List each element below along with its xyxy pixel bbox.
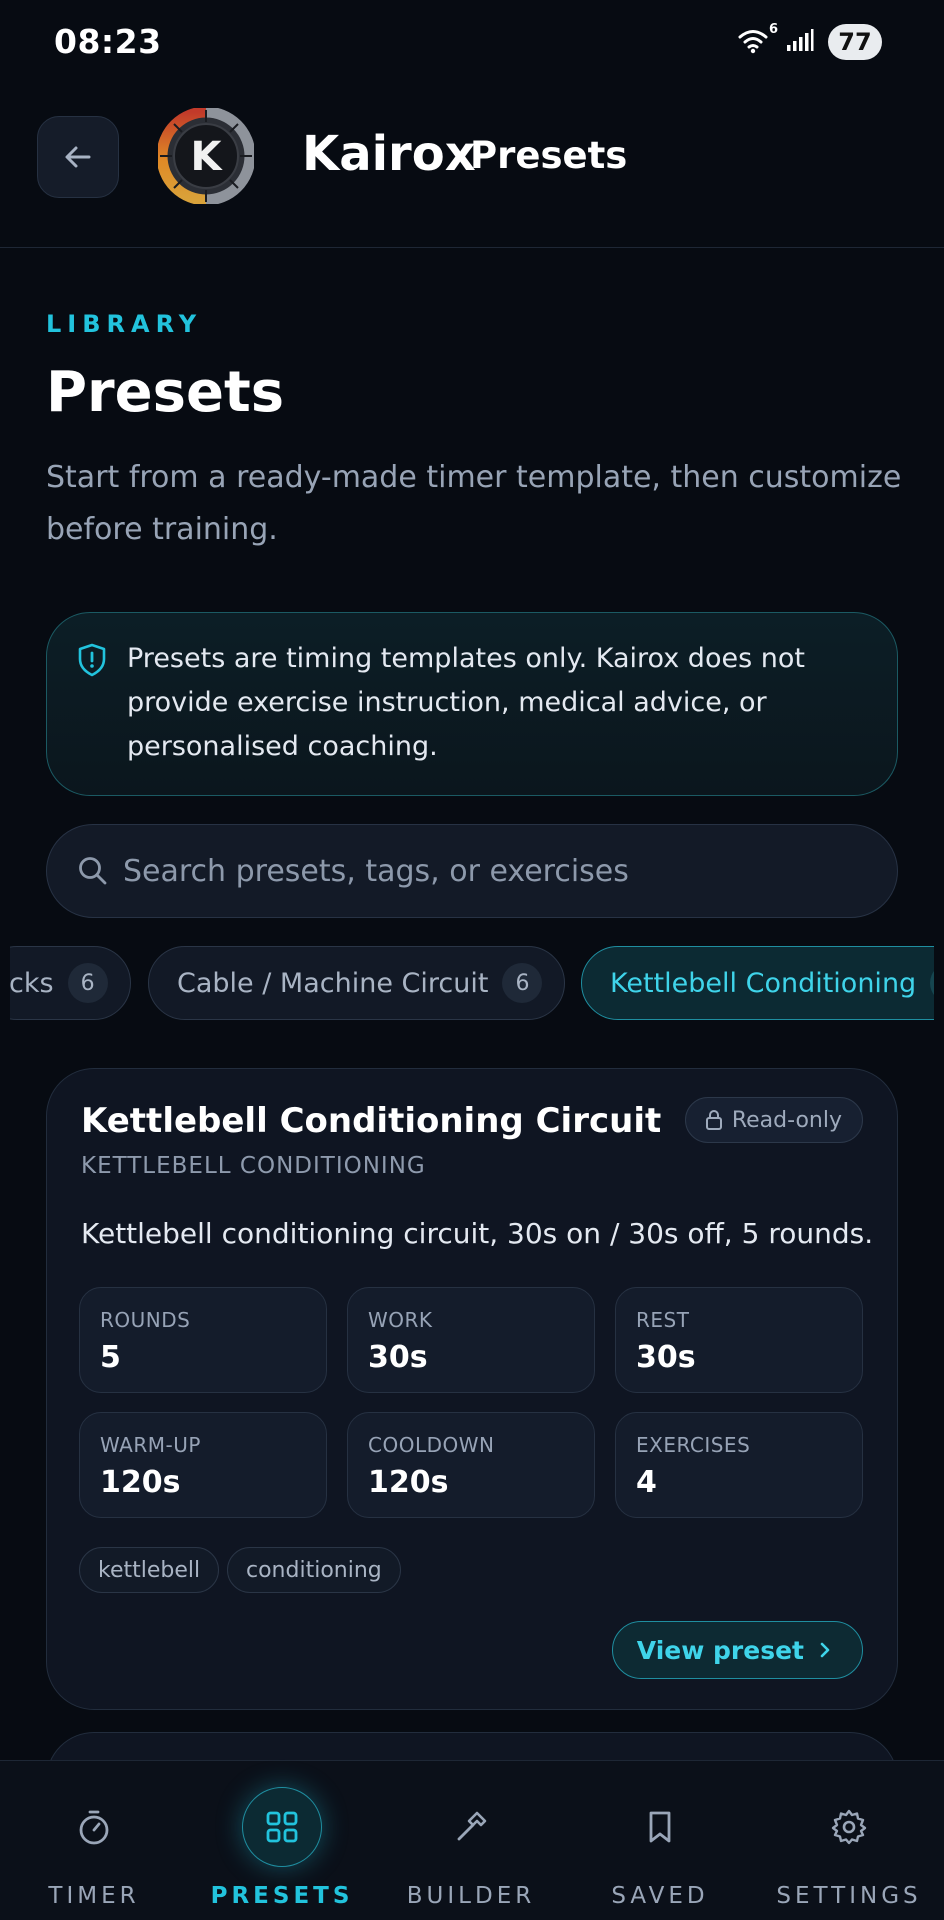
page-title: Presets <box>46 360 285 425</box>
stat-rounds: ROUNDS 5 <box>79 1287 327 1393</box>
nav-label: SAVED <box>611 1883 709 1909</box>
chip-count: 7 <box>930 963 934 1003</box>
chip-label: cks <box>10 967 54 999</box>
stat-value: 30s <box>368 1340 428 1375</box>
view-preset-label: View preset <box>636 1635 804 1665</box>
preset-description: Kettlebell conditioning circuit, 30s on … <box>81 1217 874 1250</box>
stat-value: 120s <box>368 1465 449 1500</box>
stat-value: 30s <box>636 1340 696 1375</box>
stat-cooldown: COOLDOWN 120s <box>347 1412 595 1518</box>
app-header: K Kairox Presets <box>0 84 944 248</box>
nav-saved[interactable]: SAVED <box>566 1761 754 1920</box>
chip-count: 6 <box>502 963 543 1003</box>
grid-icon <box>266 1811 298 1843</box>
chevron-right-icon <box>820 1642 830 1658</box>
category-chips: cks 6 Cable / Machine Circuit 6 Kettlebe… <box>10 946 934 1022</box>
chip-count: 6 <box>67 963 108 1003</box>
stat-value: 5 <box>100 1340 121 1375</box>
bookmark-icon <box>649 1811 671 1843</box>
lock-icon <box>705 1110 722 1130</box>
page-description: Start from a ready-made timer template, … <box>46 460 902 547</box>
stat-work: WORK 30s <box>347 1287 595 1393</box>
shield-icon <box>78 643 106 677</box>
status-bar: 08:23 6 77 <box>0 0 944 84</box>
wifi-icon: 6 <box>738 22 778 56</box>
header-section-title: Presets <box>470 134 628 177</box>
tag-conditioning: conditioning <box>227 1547 401 1593</box>
view-preset-button[interactable]: View preset <box>611 1621 863 1679</box>
signal-icon <box>786 28 814 56</box>
nav-builder[interactable]: BUILDER <box>377 1761 565 1920</box>
nav-icon-wrap <box>620 1787 700 1867</box>
search-icon <box>79 857 107 885</box>
nav-label: PRESETS <box>210 1883 354 1909</box>
search-bar <box>46 824 898 918</box>
chip-label: Cable / Machine Circuit <box>177 967 489 999</box>
nav-icon-wrap <box>242 1787 322 1867</box>
gear-icon <box>831 1809 867 1845</box>
stat-rest: REST 30s <box>615 1287 863 1393</box>
status-time: 08:23 <box>54 22 162 61</box>
nav-label: SETTINGS <box>776 1883 922 1909</box>
network-type: 6 <box>768 22 778 37</box>
logo-letter: K <box>191 134 224 180</box>
battery-indicator: 77 <box>828 24 882 60</box>
chip-kettlebell-conditioning[interactable]: Kettlebell Conditioning 7 <box>581 946 934 1020</box>
arrow-left-icon <box>65 146 91 168</box>
bottom-nav: TIMER PRESETS BUILDER SAVED SETTINGS <box>0 1760 944 1920</box>
hammer-icon <box>457 1811 487 1841</box>
back-button[interactable] <box>37 116 119 198</box>
nav-timer[interactable]: TIMER <box>0 1761 188 1920</box>
stat-label: ROUNDS <box>100 1308 191 1332</box>
section-eyebrow: LIBRARY <box>46 310 203 338</box>
stat-value: 120s <box>100 1465 181 1500</box>
preset-title: Kettlebell Conditioning Circuit <box>81 1101 662 1141</box>
stat-label: COOLDOWN <box>368 1433 495 1457</box>
read-only-badge: Read-only <box>684 1097 863 1143</box>
search-input[interactable] <box>123 825 863 917</box>
stat-label: WARM-UP <box>100 1433 201 1457</box>
nav-icon-wrap <box>54 1787 134 1867</box>
nav-icon-wrap <box>809 1787 889 1867</box>
app-brand: Kairox <box>302 126 476 182</box>
stat-warm-up: WARM-UP 120s <box>79 1412 327 1518</box>
disclaimer-notice: Presets are timing templates only. Kairo… <box>46 612 898 796</box>
tag-kettlebell: kettlebell <box>79 1547 220 1593</box>
chip-label: Kettlebell Conditioning <box>610 967 917 999</box>
chip-cable-machine-circuit[interactable]: Cable / Machine Circuit 6 <box>148 946 566 1020</box>
nav-label: TIMER <box>48 1883 140 1909</box>
preset-card[interactable]: Kettlebell Conditioning Circuit Read-onl… <box>46 1068 898 1710</box>
status-icons: 6 77 <box>738 22 882 62</box>
stat-label: WORK <box>368 1308 433 1332</box>
stat-label: REST <box>636 1308 690 1332</box>
stopwatch-icon <box>79 1810 109 1845</box>
nav-presets[interactable]: PRESETS <box>188 1761 376 1920</box>
app-logo: K <box>156 106 256 206</box>
stat-label: EXERCISES <box>636 1433 751 1457</box>
preset-category: KETTLEBELL CONDITIONING <box>81 1153 426 1179</box>
stat-value: 4 <box>636 1465 657 1500</box>
badge-label: Read-only <box>731 1107 842 1133</box>
nav-label: BUILDER <box>406 1883 536 1909</box>
nav-icon-wrap <box>431 1787 511 1867</box>
nav-settings[interactable]: SETTINGS <box>755 1761 943 1920</box>
chip-packs[interactable]: cks 6 <box>10 946 131 1020</box>
stat-exercises: EXERCISES 4 <box>615 1412 863 1518</box>
notice-text: Presets are timing templates only. Kairo… <box>127 643 805 762</box>
